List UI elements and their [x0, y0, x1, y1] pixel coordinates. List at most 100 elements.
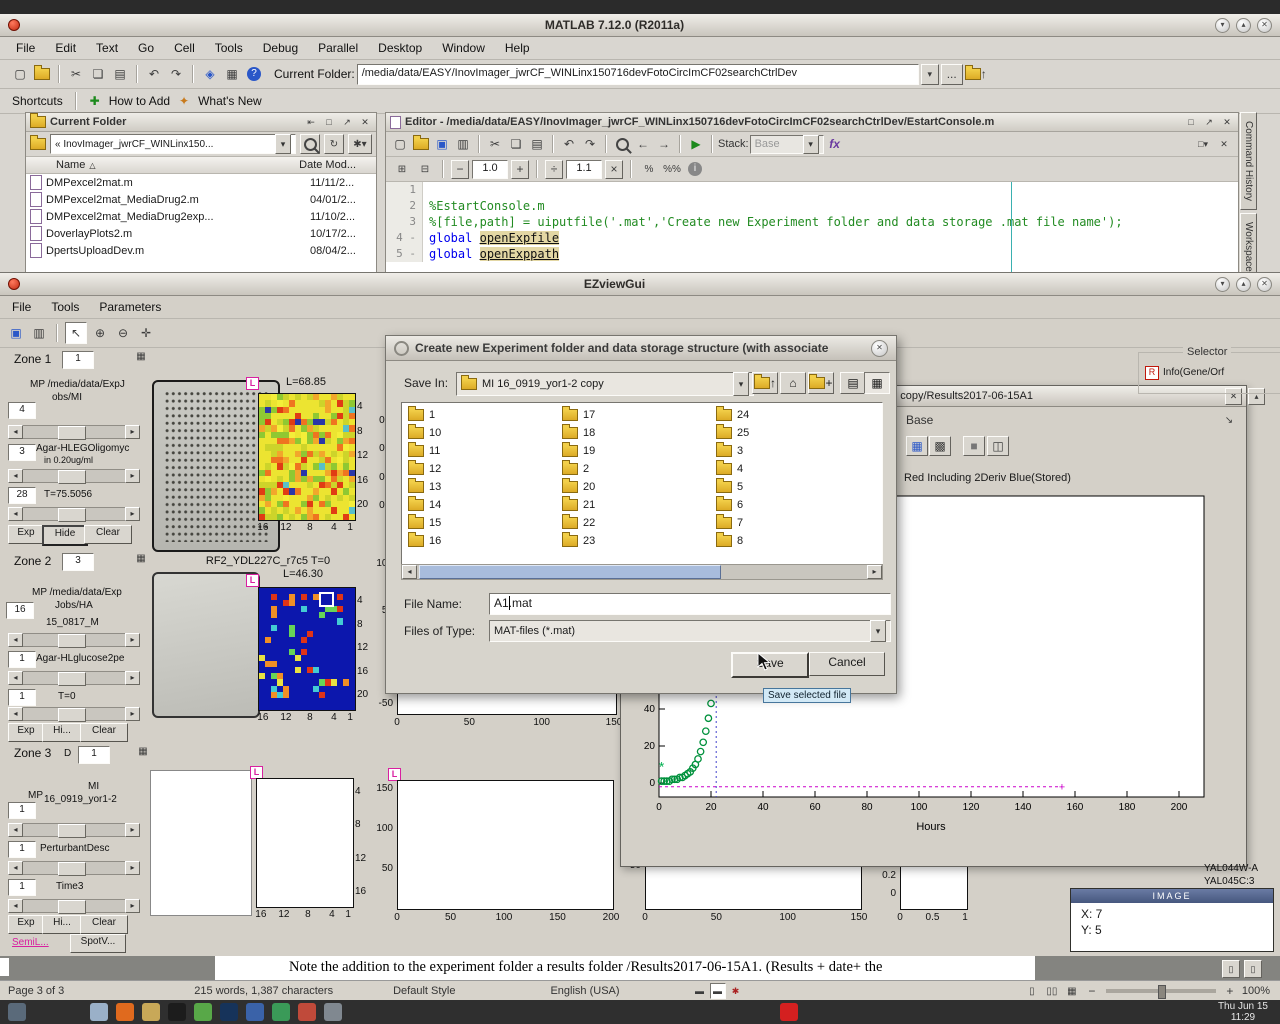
folder-address-combo[interactable]: « InovImager_jwrCF_WINLinx150...▾ — [50, 134, 296, 154]
zone2-media-slider[interactable]: ◂▸ — [8, 671, 140, 685]
editor-layout-icon[interactable]: □▾ — [1193, 134, 1213, 154]
percent-block-icon[interactable]: %% — [662, 159, 682, 179]
folder-item[interactable]: 19 — [562, 443, 710, 459]
menu-desktop[interactable]: Desktop — [378, 41, 422, 55]
menu-parameters[interactable]: Parameters — [99, 300, 161, 314]
empty-heatmap-3[interactable] — [256, 778, 354, 908]
menu-file[interactable]: File — [12, 300, 31, 314]
file-manager-icon[interactable] — [142, 1003, 160, 1021]
slider-right-arrow-icon[interactable]: ▸ — [125, 469, 140, 483]
dock-left-icon[interactable]: ⇤ — [304, 115, 318, 129]
menu-tools[interactable]: Tools — [215, 41, 243, 55]
petri-plate-image-3[interactable] — [150, 770, 252, 916]
folder-item[interactable]: 14 — [408, 497, 556, 513]
folder-item[interactable]: 22 — [562, 515, 710, 531]
menu-window[interactable]: Window — [442, 41, 485, 55]
editor-undock-icon[interactable]: ↗ — [1202, 115, 1216, 129]
forward-icon[interactable]: → — [654, 134, 674, 154]
writer-page[interactable]: Note the addition to the experiment fold… — [215, 956, 1035, 980]
stack-combo[interactable]: Base▾ — [750, 135, 824, 154]
increase-value-button[interactable]: + — [511, 160, 529, 179]
menu-tools[interactable]: Tools — [51, 300, 79, 314]
app-menu-icon[interactable] — [90, 1003, 108, 1021]
folder-list-scrollbar[interactable]: ◂ ▸ — [401, 564, 883, 580]
zone1-hide-button[interactable]: Hide — [42, 525, 88, 546]
slider-track[interactable] — [23, 425, 125, 439]
search-icon[interactable] — [300, 134, 320, 154]
editor-new-icon[interactable]: ▢ — [390, 134, 410, 154]
insert-cell-icon[interactable]: ⊞ — [392, 159, 412, 179]
selection-mode-icon[interactable]: ▬ — [710, 983, 726, 999]
web-browser-icon[interactable] — [116, 1003, 134, 1021]
zone2-media-field[interactable]: 1 — [8, 651, 36, 668]
print-icon[interactable]: ▥ — [29, 323, 49, 343]
zone1-media-field[interactable]: 3 — [8, 444, 36, 461]
path-dropdown-icon[interactable]: ▾ — [921, 64, 939, 85]
slider-thumb[interactable] — [58, 708, 86, 722]
slider-thumb[interactable] — [58, 824, 86, 838]
undo-icon[interactable]: ↶ — [144, 64, 164, 84]
file-row[interactable]: DMPexcel2mat.m11/11/2... — [26, 174, 376, 191]
panel-undock-icon[interactable]: ↗ — [340, 115, 354, 129]
office-calc-icon[interactable] — [272, 1003, 290, 1021]
zone3-exp-button[interactable]: Exp — [8, 915, 44, 934]
text-editor-icon[interactable] — [194, 1003, 212, 1021]
zone3-mp-slider[interactable]: ◂▸ — [8, 823, 140, 837]
zone1-time-field[interactable]: 28 — [8, 487, 36, 504]
menu-cell[interactable]: Cell — [174, 41, 195, 55]
file-name-input[interactable]: A1.mat — [489, 593, 891, 615]
multiply-value-button[interactable]: × — [605, 160, 623, 179]
folder-list-header[interactable]: Name △ Date Mod... — [26, 157, 376, 174]
folder-item[interactable]: 20 — [562, 479, 710, 495]
menu-file[interactable]: File — [16, 41, 35, 55]
slider-left-arrow-icon[interactable]: ◂ — [8, 899, 23, 913]
zoom-in-icon[interactable]: + — [1220, 984, 1240, 998]
single-page-view-icon[interactable]: ▯ — [1022, 984, 1042, 998]
up-one-level-icon[interactable]: ↑ — [752, 372, 778, 394]
petri-plate-image-2[interactable] — [152, 572, 260, 718]
folder-list[interactable]: 1101112131415161718192202122232425345678 — [401, 402, 883, 566]
office-impress-icon[interactable] — [298, 1003, 316, 1021]
maximize-icon[interactable]: ▴ — [1236, 277, 1251, 292]
r-channel-icon[interactable]: R — [1145, 366, 1159, 380]
panel-close-icon[interactable]: ✕ — [358, 115, 372, 129]
slider-thumb[interactable] — [58, 672, 86, 686]
cancel-button[interactable]: Cancel — [809, 652, 885, 676]
back-icon[interactable]: ← — [633, 134, 653, 154]
plot-b[interactable] — [397, 780, 614, 910]
minimize-icon[interactable]: ▾ — [1215, 277, 1230, 292]
editor-print-icon[interactable]: ▥ — [453, 134, 473, 154]
folder-item[interactable]: 23 — [562, 533, 710, 549]
menu-edit[interactable]: Edit — [55, 41, 76, 55]
page-style[interactable]: Default Style — [393, 985, 455, 997]
folder-item[interactable]: 10 — [408, 425, 556, 441]
editor-close-icon[interactable]: ✕ — [1220, 115, 1234, 129]
colony-heatmap-1[interactable] — [258, 393, 356, 521]
menu-debug[interactable]: Debug — [263, 41, 298, 55]
folder-item[interactable]: 12 — [408, 461, 556, 477]
book-view-icon[interactable]: ▦ — [1062, 984, 1082, 998]
folder-item[interactable]: 24 — [716, 407, 864, 423]
matlab-menubar[interactable]: FileEditTextGoCellToolsDebugParallelDesk… — [0, 37, 1280, 60]
slider-thumb[interactable] — [58, 900, 86, 914]
slider-right-arrow-icon[interactable]: ▸ — [125, 861, 140, 875]
editor-pin-icon[interactable]: ✕ — [1214, 134, 1234, 154]
document-modified-icon[interactable]: ✱ — [726, 984, 746, 998]
slider-left-arrow-icon[interactable]: ◂ — [8, 707, 23, 721]
refresh-icon[interactable]: ↻ — [324, 134, 344, 154]
office-writer-icon[interactable] — [246, 1003, 264, 1021]
file-row[interactable]: DoverlayPlots2.m10/17/2... — [26, 225, 376, 242]
save-in-combo[interactable]: MI 16_0919_yor1-2 copy▾ — [456, 372, 754, 396]
colony-heatmap-2[interactable] — [258, 587, 356, 711]
zoom-in-icon[interactable]: ⊕ — [90, 323, 110, 343]
guide-icon[interactable]: ▦ — [222, 64, 242, 84]
slider-track[interactable] — [23, 899, 125, 913]
zone3-mp-field[interactable]: 1 — [8, 802, 36, 819]
zone1-clear-button[interactable]: Clear — [84, 525, 132, 544]
shortcut-whats-new[interactable]: What's New — [198, 94, 262, 108]
zoom-slider-thumb[interactable] — [1158, 985, 1166, 999]
zone3-struct-icon[interactable]: ▦ — [136, 744, 150, 758]
menu-help[interactable]: Help — [505, 41, 530, 55]
decrease-value-button[interactable]: − — [451, 160, 469, 179]
data-table-icon[interactable]: ▦ — [906, 436, 928, 456]
